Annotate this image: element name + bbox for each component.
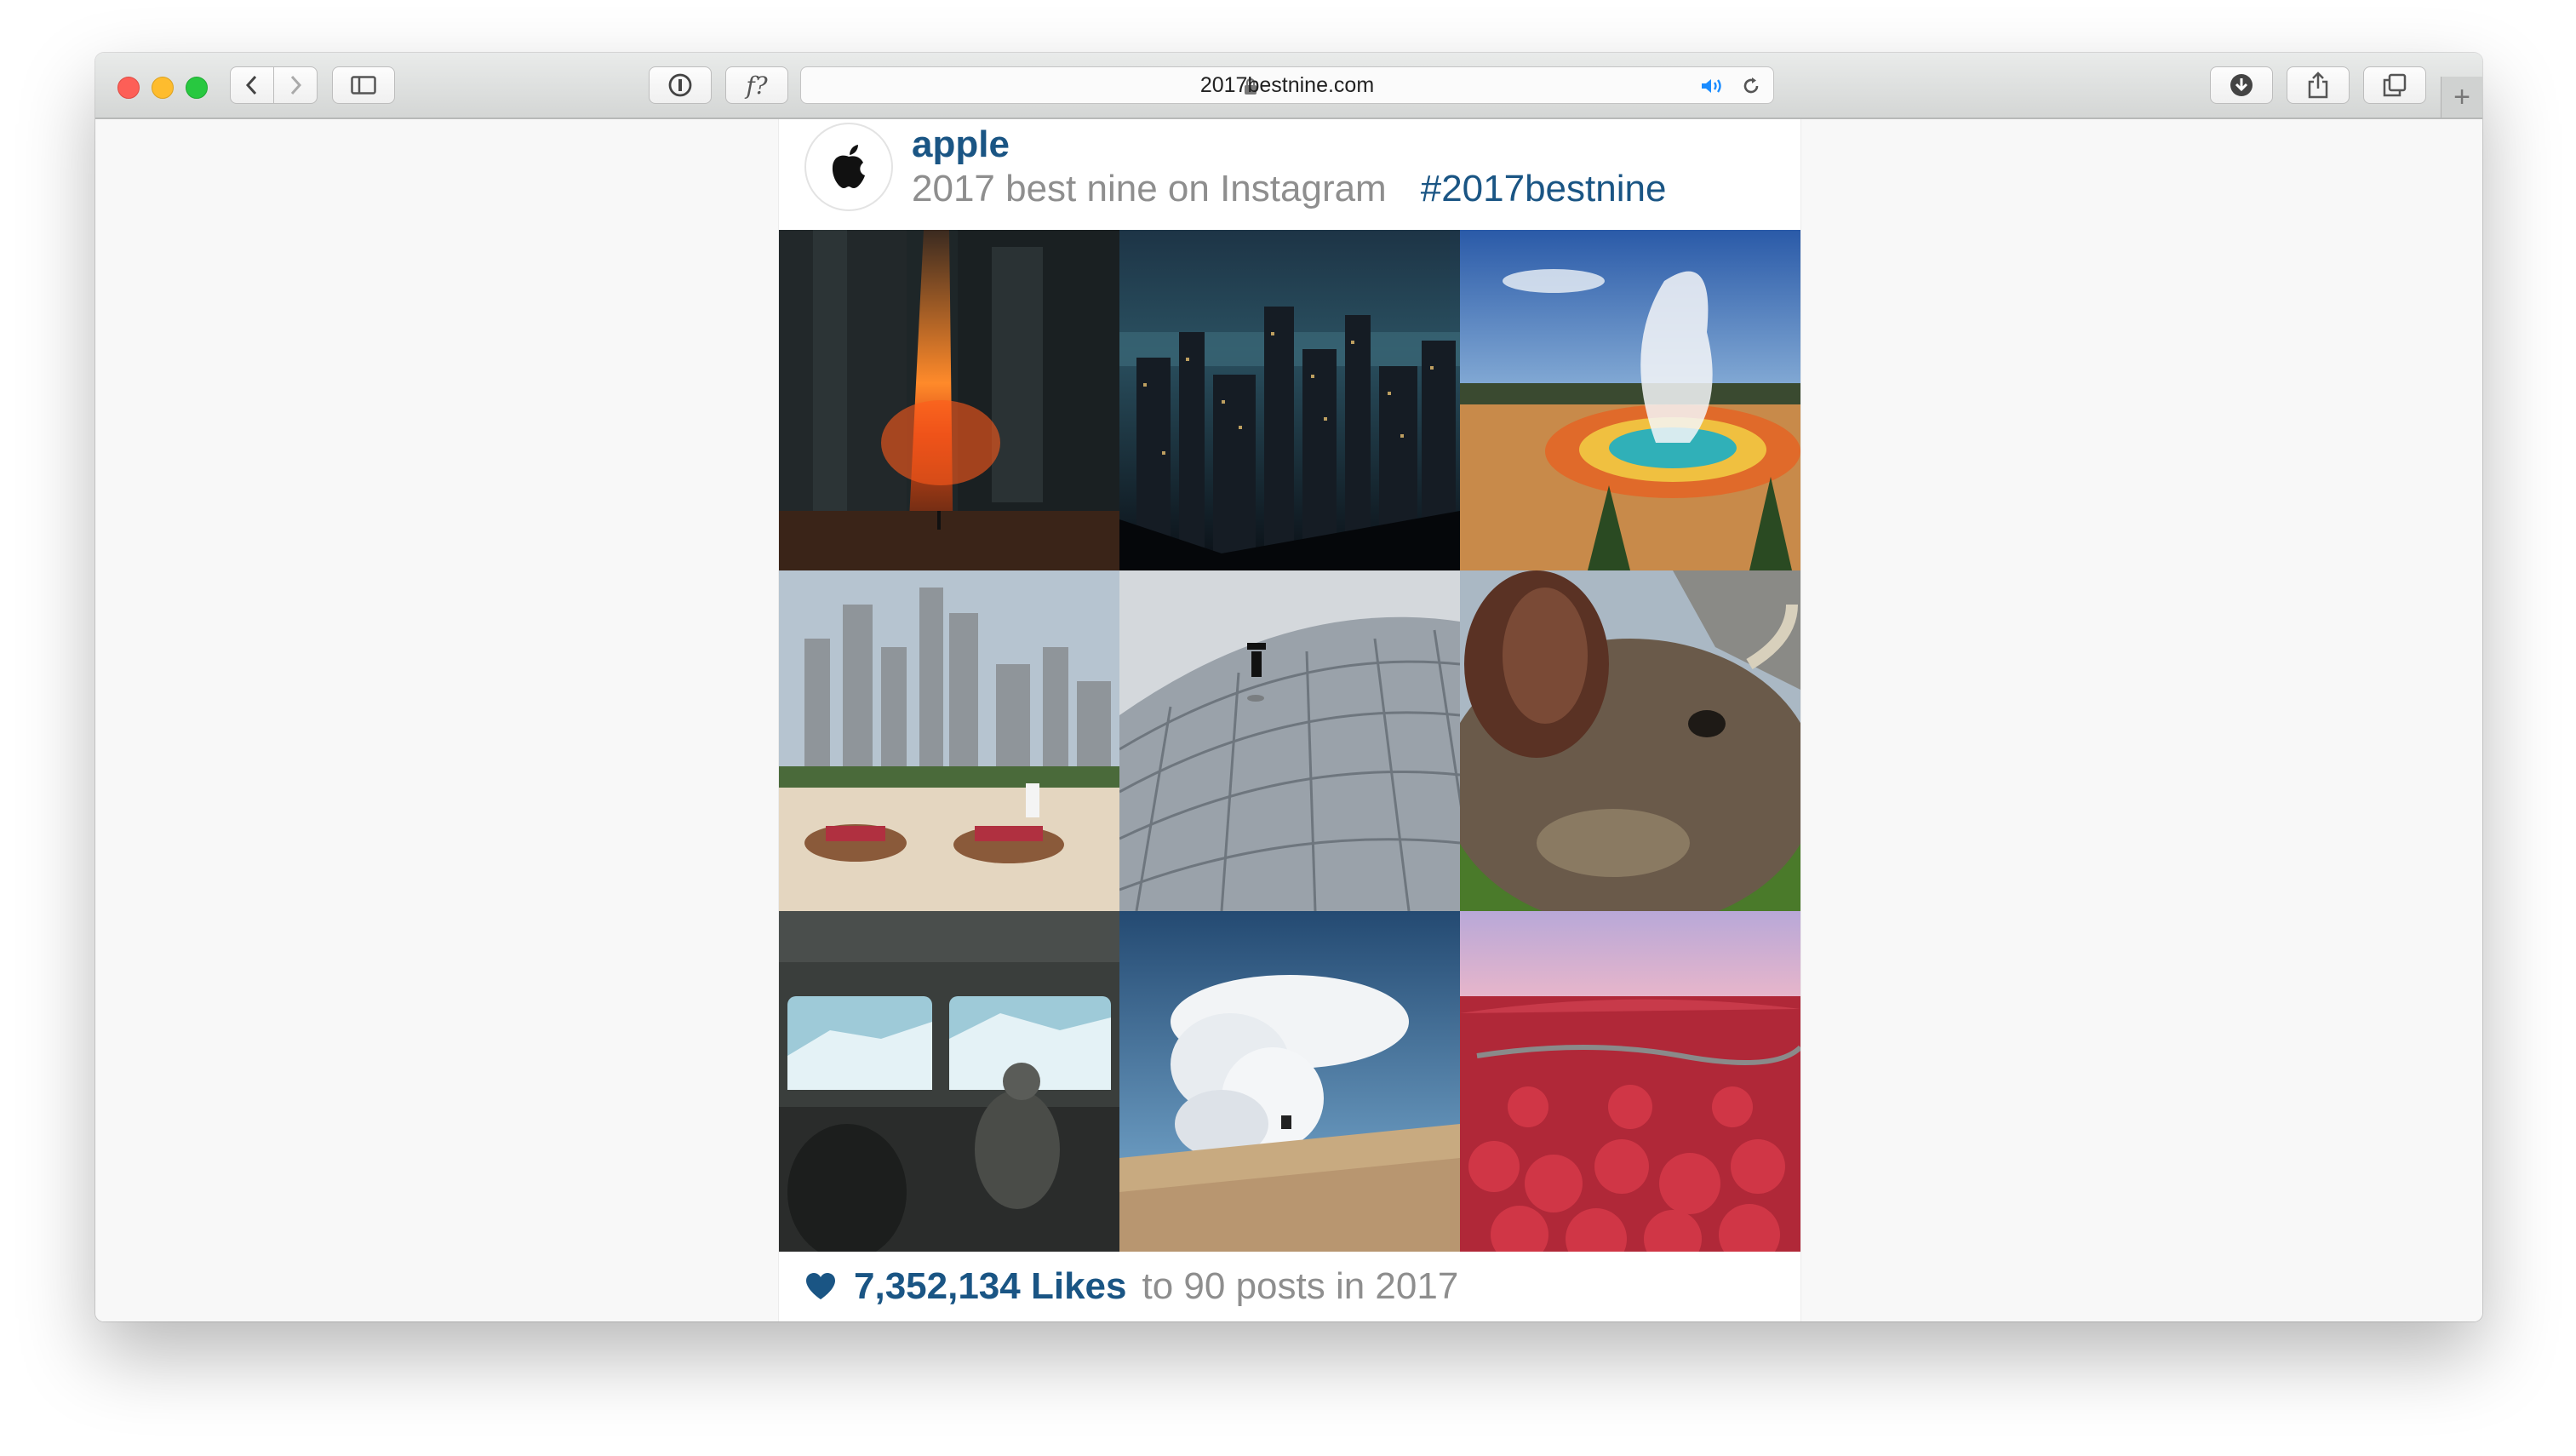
best-nine-card: apple 2017 best nine on Instagram #2017be… — [778, 119, 1801, 1321]
browser-toolbar: f? 2017bestnine.com + — [95, 53, 2482, 119]
photo-grid — [779, 230, 1800, 1252]
apple-logo-icon — [832, 145, 865, 188]
page-content: apple 2017 best nine on Instagram #2017be… — [95, 119, 2482, 1321]
photo-night-skyline[interactable] — [1119, 230, 1460, 570]
photo-geyser[interactable] — [1460, 230, 1800, 570]
photo-cow-closeup[interactable] — [1460, 570, 1800, 911]
photo-desert-camels[interactable] — [779, 570, 1119, 911]
sidebar-icon — [351, 76, 376, 95]
download-icon — [2230, 74, 2253, 96]
chevron-left-icon — [245, 75, 257, 95]
heart-icon — [806, 1273, 835, 1299]
new-tab-button[interactable]: + — [2441, 77, 2482, 118]
photo-cumulus-cloud[interactable] — [1119, 911, 1460, 1252]
profile-subtitle: 2017 best nine on Instagram #2017bestnine — [912, 163, 1666, 215]
photo-bus-glacier[interactable] — [779, 911, 1119, 1252]
url-text: 2017bestnine.com — [1199, 73, 1375, 97]
reload-icon[interactable] — [1741, 76, 1761, 96]
likes-summary: 7,352,134 Likes to 90 posts in 2017 — [804, 1258, 1458, 1315]
posts-summary-text: to 90 posts in 2017 — [1142, 1265, 1459, 1307]
password-manager-button[interactable] — [649, 66, 712, 104]
likes-count: 7,352,134 Likes — [854, 1265, 1127, 1307]
tabs-icon — [2383, 73, 2407, 97]
browser-window: f? 2017bestnine.com + apple 2017 best ni… — [95, 53, 2482, 1321]
back-button[interactable] — [230, 66, 274, 104]
maximize-window-button[interactable] — [186, 77, 208, 99]
speaker-icon[interactable] — [1700, 77, 1727, 95]
subtitle-text: 2017 best nine on Instagram — [912, 168, 1387, 209]
share-button[interactable] — [2287, 66, 2350, 104]
tab-overview-button[interactable] — [2363, 66, 2426, 104]
share-icon — [2308, 72, 2328, 99]
photo-red-kochia[interactable] — [1460, 911, 1800, 1252]
close-window-button[interactable] — [117, 77, 140, 99]
minimize-window-button[interactable] — [152, 77, 174, 99]
forward-button[interactable] — [273, 66, 318, 104]
reader-font-button[interactable]: f? — [725, 66, 788, 104]
downloads-button[interactable] — [2210, 66, 2273, 104]
sidebar-toggle-button[interactable] — [332, 66, 395, 104]
hashtag-link[interactable]: #2017bestnine — [1421, 168, 1667, 209]
avatar[interactable] — [804, 123, 893, 211]
profile-username[interactable]: apple — [912, 119, 1010, 170]
photo-city-sunset[interactable] — [779, 230, 1119, 570]
one-password-icon — [668, 73, 692, 97]
chevron-right-icon — [290, 75, 302, 95]
address-bar[interactable]: 2017bestnine.com — [800, 66, 1774, 104]
photo-tiled-roof[interactable] — [1119, 570, 1460, 911]
